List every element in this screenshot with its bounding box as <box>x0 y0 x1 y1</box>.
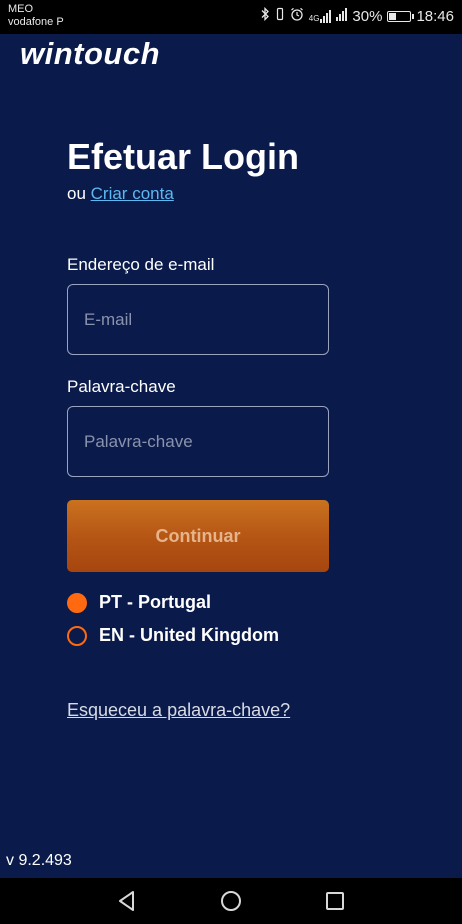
clock: 18:46 <box>416 7 454 25</box>
language-option-en[interactable]: EN - United Kingdom <box>67 625 279 646</box>
or-text: ou <box>67 184 91 203</box>
password-label: Palavra-chave <box>67 377 176 396</box>
wintouch-logo: wintouch <box>20 36 161 71</box>
carrier-name-1: MEO <box>8 3 34 15</box>
language-label-pt: PT - Portugal <box>99 592 211 612</box>
language-label-en: EN - United Kingdom <box>99 625 279 645</box>
network-label: 4G <box>308 14 320 23</box>
status-icons: 4G 30% 18:46 <box>260 6 454 26</box>
alarm-icon <box>290 7 304 26</box>
battery-percent: 30% <box>352 7 383 25</box>
vibrate-icon <box>275 7 285 26</box>
status-bar: MEO vodafone P 4G 30% 18:46 <box>0 0 462 34</box>
language-option-pt[interactable]: PT - Portugal <box>67 592 211 613</box>
back-triangle-icon[interactable] <box>116 890 138 912</box>
radio-selected-icon[interactable] <box>67 592 87 613</box>
home-circle-icon[interactable] <box>220 890 242 912</box>
login-screen: MEO vodafone P 4G 30% 18:46 wintouch Efe… <box>0 0 462 924</box>
battery-icon <box>387 11 415 22</box>
signal-icon-1: 4G <box>309 10 332 23</box>
carrier-name-2: vodafone P <box>8 16 64 28</box>
signup-line: ou Criar conta <box>67 184 174 204</box>
page-title: Efetuar Login <box>67 136 299 177</box>
password-field[interactable] <box>67 406 329 477</box>
email-label: Endereço de e-mail <box>67 255 215 274</box>
recent-square-icon[interactable] <box>324 890 346 912</box>
system-nav-bar <box>0 878 462 924</box>
bluetooth-icon <box>260 6 270 26</box>
app-version: v 9.2.493 <box>6 852 72 869</box>
continue-button[interactable]: Continuar <box>67 500 329 572</box>
forgot-password-link[interactable]: Esqueceu a palavra-chave? <box>67 700 290 721</box>
email-field[interactable] <box>67 284 329 355</box>
create-account-link[interactable]: Criar conta <box>91 184 174 203</box>
radio-unselected-icon[interactable] <box>67 625 87 646</box>
signal-icon-2 <box>336 7 348 26</box>
